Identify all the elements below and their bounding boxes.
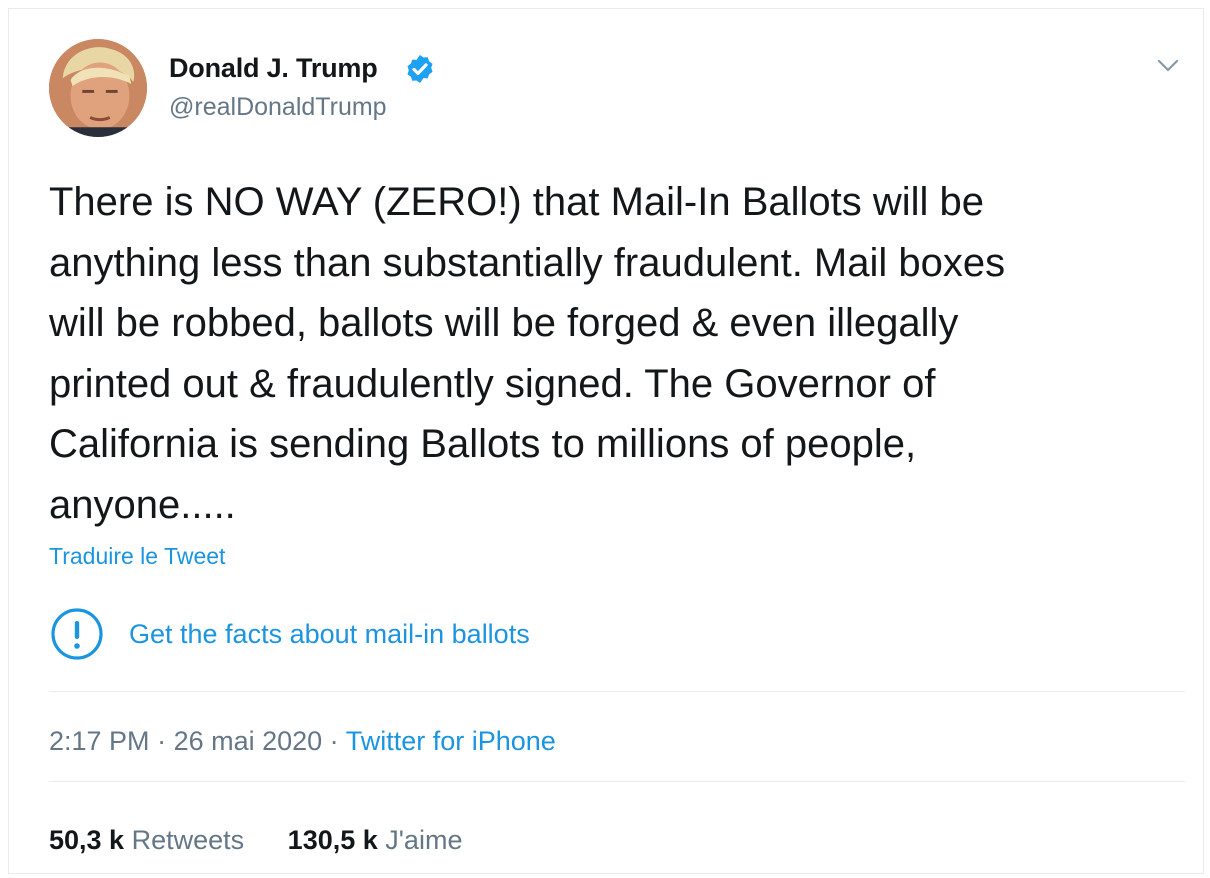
retweets-stat[interactable]: 50,3 k Retweets bbox=[49, 825, 244, 856]
fact-check-link[interactable]: Get the facts about mail-in ballots bbox=[129, 619, 530, 650]
tweet-date[interactable]: 26 mai 2020 bbox=[174, 726, 323, 756]
tweet-card: Donald J. Trump @realDonaldTrump There i… bbox=[8, 8, 1204, 874]
meta-separator: · bbox=[149, 726, 174, 756]
avatar[interactable] bbox=[49, 39, 147, 137]
divider bbox=[49, 691, 1185, 692]
exclamation-circle-icon[interactable] bbox=[49, 606, 105, 662]
tweet-text: There is NO WAY (ZERO!) that Mail-In Bal… bbox=[49, 180, 1006, 527]
tweet-source-link[interactable]: Twitter for iPhone bbox=[346, 726, 556, 756]
author-handle[interactable]: @realDonaldTrump bbox=[169, 93, 387, 122]
translate-tweet-link[interactable]: Traduire le Tweet bbox=[49, 543, 225, 570]
tweet-stats: 50,3 k Retweets 130,5 k J'aime bbox=[49, 825, 498, 856]
retweets-count: 50,3 k bbox=[49, 825, 125, 855]
retweets-label: Retweets bbox=[131, 825, 245, 855]
avatar-portrait-icon bbox=[49, 39, 147, 137]
divider bbox=[49, 781, 1185, 782]
likes-count: 130,5 k bbox=[287, 825, 378, 855]
chevron-down-icon[interactable] bbox=[1155, 55, 1181, 77]
tweet-time[interactable]: 2:17 PM bbox=[49, 726, 150, 756]
meta-separator: · bbox=[322, 726, 346, 756]
tweet-meta: 2:17 PM · 26 mai 2020 · Twitter for iPho… bbox=[49, 726, 556, 757]
verified-badge-icon bbox=[407, 55, 433, 83]
likes-stat[interactable]: 130,5 k J'aime bbox=[288, 825, 463, 856]
author-name[interactable]: Donald J. Trump bbox=[169, 53, 378, 84]
likes-label: J'aime bbox=[385, 825, 463, 855]
